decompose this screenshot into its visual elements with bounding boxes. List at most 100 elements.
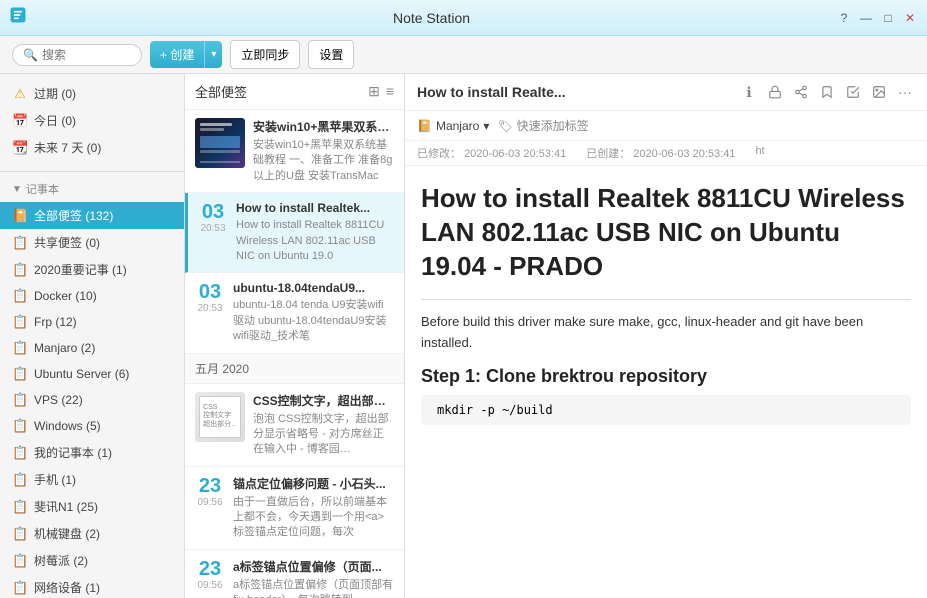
grid-view-icon[interactable]: ⊞ [368, 83, 380, 100]
notes-section-may: 五月 2020 [185, 354, 404, 384]
sidebar-item-keyboard-label: 机械键盘 (2) [34, 525, 100, 542]
ubuntu-icon: 📋 [12, 366, 28, 382]
sidebar-item-week[interactable]: 📆 未来 7 天 (0) [0, 134, 184, 161]
sidebar-item-phone-label: 手机 (1) [34, 471, 76, 488]
sync-button[interactable]: 立即同步 [230, 40, 300, 69]
maximize-button[interactable]: □ [879, 9, 897, 27]
create-btn-group: + 创建 ▾ [150, 41, 222, 68]
note-item-5-title: 锚点定位偏移问题 - 小石头... [233, 475, 394, 492]
sidebar: ⚠ 过期 (0) 📅 今日 (0) 📆 未来 7 天 (0) ▼ 记事本 📔 全… [0, 74, 185, 598]
note-item-5[interactable]: 23 09:56 锚点定位偏移问题 - 小石头... 由于一直做后台，所以前端基… [185, 467, 404, 550]
app-title: Note Station [28, 10, 835, 26]
sidebar-item-frp-label: Frp (12) [34, 315, 77, 329]
add-tag[interactable]: 🏷 快速添加标签 [497, 117, 588, 134]
create-button[interactable]: + 创建 [150, 41, 204, 68]
sidebar-item-frp[interactable]: 📋 Frp (12) [0, 309, 184, 335]
create-dropdown-button[interactable]: ▾ [204, 41, 222, 68]
note-item-6[interactable]: 23 09:56 a标签锚点位置偏修（页面... a标签锚点位置偏修（页面顶部有… [185, 550, 404, 598]
image-icon[interactable] [869, 82, 889, 102]
sidebar-item-vps[interactable]: 📋 VPS (22) [0, 387, 184, 413]
note-date-5-time: 09:56 [197, 497, 222, 508]
note-thumbnail-4: CSS控制文字超出部分... [195, 392, 245, 442]
sidebar-item-mynotebook-label: 我的记事本 (1) [34, 444, 112, 461]
info-icon[interactable]: ℹ [739, 82, 759, 102]
note-timestamp: 已修改： 2020-06-03 20:53:41 已创建： 2020-06-03… [405, 141, 927, 166]
sidebar-item-today[interactable]: 📅 今日 (0) [0, 107, 184, 134]
sidebar-group-notebooks[interactable]: ▼ 记事本 [0, 176, 184, 202]
search-box[interactable]: 🔍 [12, 44, 142, 66]
sidebar-item-manjaro[interactable]: 📋 Manjaro (2) [0, 335, 184, 361]
sidebar-item-ubuntu[interactable]: 📋 Ubuntu Server (6) [0, 361, 184, 387]
vps-icon: 📋 [12, 392, 28, 408]
sidebar-item-network[interactable]: 📋 网络设备 (1) [0, 574, 184, 598]
sidebar-item-keyboard[interactable]: 📋 机械键盘 (2) [0, 520, 184, 547]
search-input[interactable] [42, 48, 132, 62]
lock-icon[interactable] [765, 82, 785, 102]
sidebar-item-overdue[interactable]: ⚠ 过期 (0) [0, 80, 184, 107]
note-content-area[interactable]: How to install Realtek 8811CU Wireless L… [405, 166, 927, 598]
note-meta-bar: 📔 Manjaro ▾ 🏷 快速添加标签 [405, 111, 927, 141]
bookmark-icon[interactable] [817, 82, 837, 102]
note-item-4[interactable]: CSS控制文字超出部分... CSS控制文字，超出部分显... 泡泡 CSS控制… [185, 384, 404, 467]
list-view-icon[interactable]: ≡ [386, 83, 394, 100]
notes-list-content: 安装win10+黑苹果双系统... 安装win10+黑苹果双系统基础教程 一、准… [185, 110, 404, 598]
sidebar-item-windows[interactable]: 📋 Windows (5) [0, 413, 184, 439]
note-thumbnail-1 [195, 118, 245, 168]
notes-list-title: 全部便签 [195, 82, 247, 101]
sidebar-item-raspberry[interactable]: 📋 树莓派 (2) [0, 547, 184, 574]
note-item-3-text: ubuntu-18.04tendaU9... ubuntu-18.04 tend… [233, 281, 394, 344]
sidebar-item-all[interactable]: 📔 全部便签 (132) [0, 202, 184, 229]
add-tag-label: 快速添加标签 [517, 117, 589, 134]
more-icon[interactable]: ··· [895, 82, 915, 102]
close-button[interactable]: ✕ [901, 9, 919, 27]
all-notes-icon: 📔 [12, 208, 28, 224]
sidebar-item-mynotebook[interactable]: 📋 我的记事本 (1) [0, 439, 184, 466]
note-item-4-text: CSS控制文字，超出部分显... 泡泡 CSS控制文字，超出部分显示省略号 - … [253, 392, 394, 458]
note-date-6-day: 23 [199, 558, 221, 580]
notes-list: 全部便签 ⊞ ≡ [185, 74, 405, 598]
note-step1-heading: Step 1: Clone brektrou repository [421, 366, 911, 387]
manjaro-icon: 📋 [12, 340, 28, 356]
sidebar-item-phone[interactable]: 📋 手机 (1) [0, 466, 184, 493]
notebook-tag-label: Manjaro [436, 119, 479, 133]
sidebar-divider [0, 171, 184, 172]
note-item-1-title: 安装win10+黑苹果双系统... [253, 118, 394, 135]
sidebar-item-docker[interactable]: 📋 Docker (10) [0, 283, 184, 309]
minimize-button[interactable]: — [857, 9, 875, 27]
shared-icon: 📋 [12, 235, 28, 251]
notes-list-header: 全部便签 ⊞ ≡ [185, 74, 404, 110]
titlebar: Note Station ? — □ ✕ [0, 0, 927, 36]
sidebar-item-today-label: 今日 (0) [34, 112, 76, 129]
note-item-5-excerpt: 由于一直做后台，所以前端基本上都不会，今天遇到一个用<a>标签锚点定位问题，每次 [233, 495, 394, 541]
note-item-6-text: a标签锚点位置偏修（页面... a标签锚点位置偏修（页面顶部有fix heade… [233, 558, 394, 598]
sidebar-item-bixun[interactable]: 📋 斐讯N1 (25) [0, 493, 184, 520]
note-item-1-text: 安装win10+黑苹果双系统... 安装win10+黑苹果双系统基础教程 一、准… [253, 118, 394, 184]
note-date-5: 23 09:56 [195, 475, 225, 541]
note-item-2-excerpt: How to install Realtek 8811CU Wireless L… [236, 218, 394, 264]
mynotebook-icon: 📋 [12, 445, 28, 461]
note-item-3[interactable]: 03 20:53 ubuntu-18.04tendaU9... ubuntu-1… [185, 273, 404, 353]
sidebar-item-shared[interactable]: 📋 共享便签 (0) [0, 229, 184, 256]
sidebar-item-windows-label: Windows (5) [34, 419, 101, 433]
sidebar-item-2020[interactable]: 📋 2020重要记事 (1) [0, 256, 184, 283]
editor-icons: ℹ [739, 82, 915, 102]
checkbox-icon[interactable] [843, 82, 863, 102]
note-item-3-excerpt: ubuntu-18.04 tenda U9安装wifi驱动 ubuntu-18.… [233, 298, 394, 344]
note-item-4-content: CSS控制文字超出部分... CSS控制文字，超出部分显... 泡泡 CSS控制… [195, 392, 394, 458]
notebook-tag[interactable]: 📔 Manjaro ▾ [417, 119, 489, 133]
note-date-2: 03 20:53 [198, 201, 228, 264]
note-para1: Before build this driver make sure make,… [421, 312, 911, 354]
2020-icon: 📋 [12, 262, 28, 278]
settings-button[interactable]: 设置 [308, 40, 354, 69]
tag-icon: 🏷 [497, 119, 512, 133]
note-date-2-day: 03 [202, 201, 224, 223]
note-item-1[interactable]: 安装win10+黑苹果双系统... 安装win10+黑苹果双系统基础教程 一、准… [185, 110, 404, 193]
share-icon[interactable] [791, 82, 811, 102]
created-label: 已创建： 2020-06-03 20:53:41 [586, 145, 735, 161]
note-item-1-content: 安装win10+黑苹果双系统... 安装win10+黑苹果双系统基础教程 一、准… [195, 118, 394, 184]
sidebar-item-vps-label: VPS (22) [34, 393, 83, 407]
app-icon [8, 5, 28, 30]
note-item-6-title: a标签锚点位置偏修（页面... [233, 558, 394, 575]
help-button[interactable]: ? [835, 9, 853, 27]
note-item-2[interactable]: 03 20:53 How to install Realtek... How t… [185, 193, 404, 273]
